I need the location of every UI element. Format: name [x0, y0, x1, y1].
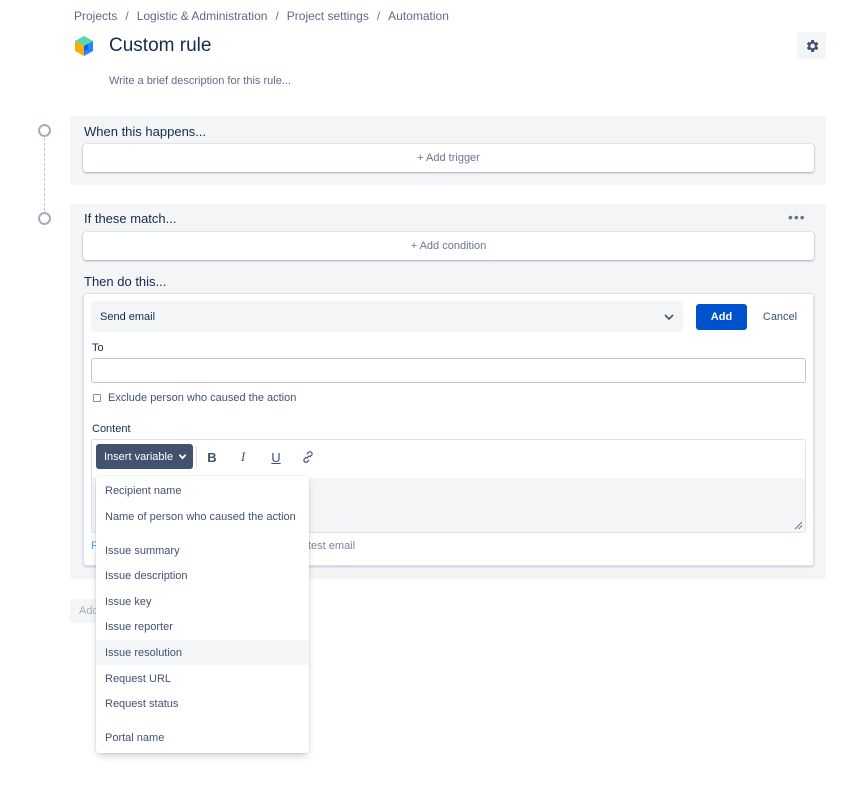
- menu-item-issue-resolution[interactable]: Issue resolution: [96, 640, 309, 665]
- action-type-value: Send email: [100, 310, 156, 323]
- menu-item-request-url[interactable]: Request URL: [96, 666, 309, 691]
- link-button[interactable]: [298, 448, 318, 466]
- menu-item-issue-reporter[interactable]: Issue reporter: [96, 614, 309, 639]
- project-logo-icon: [72, 34, 96, 58]
- insert-variable-label: Insert variable: [104, 450, 174, 463]
- breadcrumb: Projects / Logistic & Administration / Proje…: [74, 9, 449, 23]
- action-heading: Then do this...: [84, 274, 167, 289]
- cancel-button[interactable]: Cancel: [754, 304, 806, 330]
- add-trigger-button[interactable]: + Add trigger: [83, 144, 814, 172]
- menu-item-portal-name[interactable]: Portal name: [96, 725, 309, 750]
- timeline-connector: [44, 138, 45, 211]
- timeline-dot-condition: [38, 212, 51, 225]
- resize-handle-icon[interactable]: [794, 521, 803, 530]
- more-options-button[interactable]: •••: [788, 210, 806, 224]
- content-label: Content: [92, 423, 131, 435]
- insert-variable-button[interactable]: Insert variable: [96, 444, 193, 469]
- trigger-heading: When this happens...: [84, 124, 207, 139]
- chevron-down-icon: [178, 454, 187, 460]
- breadcrumb-project[interactable]: Logistic & Administration: [137, 9, 268, 23]
- italic-icon: I: [240, 449, 246, 464]
- menu-item-issue-key[interactable]: Issue key: [96, 589, 309, 614]
- to-input[interactable]: [91, 358, 806, 383]
- underline-icon: U: [271, 449, 281, 465]
- editor-toolbar: Insert variable B I U: [92, 440, 805, 477]
- menu-item-name-of-person[interactable]: Name of person who caused the action: [96, 504, 309, 529]
- menu-item-recipient-name[interactable]: Recipient name: [96, 478, 309, 503]
- breadcrumb-separator: /: [125, 9, 129, 23]
- breadcrumb-separator: /: [275, 9, 279, 23]
- breadcrumb-automation[interactable]: Automation: [388, 9, 449, 23]
- insert-variable-menu: Recipient name Name of person who caused…: [96, 476, 309, 753]
- exclude-checkbox-label[interactable]: Exclude person who caused the action: [108, 392, 296, 404]
- bold-button[interactable]: B: [202, 448, 222, 466]
- exclude-checkbox[interactable]: [93, 394, 101, 402]
- bold-icon: B: [207, 449, 217, 465]
- italic-button[interactable]: I: [233, 448, 253, 466]
- link-icon: [303, 451, 313, 463]
- add-action-button[interactable]: Add: [696, 304, 747, 330]
- menu-item-issue-description[interactable]: Issue description: [96, 563, 309, 588]
- gear-icon: [806, 39, 818, 52]
- action-type-select[interactable]: Send email: [91, 301, 683, 332]
- underline-button[interactable]: U: [266, 448, 286, 466]
- send-test-email-link[interactable]: test email: [308, 540, 355, 552]
- menu-item-request-status[interactable]: Request status: [96, 691, 309, 716]
- breadcrumb-projects[interactable]: Projects: [74, 9, 117, 23]
- toolbar-divider: [196, 446, 197, 468]
- chevron-down-icon: [664, 314, 674, 321]
- menu-item-issue-summary[interactable]: Issue summary: [96, 538, 309, 563]
- to-label: To: [92, 342, 104, 354]
- breadcrumb-project-settings[interactable]: Project settings: [287, 9, 369, 23]
- settings-button[interactable]: [797, 32, 826, 59]
- condition-heading: If these match...: [84, 211, 177, 226]
- add-condition-button[interactable]: + Add condition: [83, 232, 814, 260]
- page-title: Custom rule: [109, 35, 212, 56]
- rule-description-field[interactable]: Write a brief description for this rule.…: [109, 75, 291, 87]
- timeline-dot-trigger: [38, 124, 51, 137]
- breadcrumb-separator: /: [376, 9, 381, 23]
